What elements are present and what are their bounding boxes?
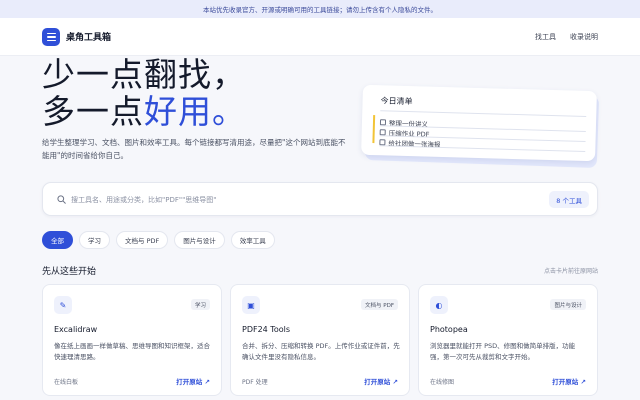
search-box: 8 个工具 (42, 182, 598, 216)
todo-divider (380, 110, 587, 117)
open-site-link[interactable]: 打开原站 ↗ (364, 376, 398, 386)
document-icon: ▣ (242, 296, 260, 314)
menu-logo-icon[interactable] (42, 28, 60, 46)
filter-productivity[interactable]: 效率工具 (230, 231, 275, 249)
pencil-icon: ✎ (54, 296, 72, 314)
tool-card-excalidraw[interactable]: ✎ 学习 Excalidraw 像在纸上画画一样做草稿、思维导图和知识框架，适合… (42, 284, 222, 396)
card-tag: 图片与设计 (550, 299, 586, 310)
filter-image-design[interactable]: 图片与设计 (174, 231, 225, 249)
todo-rule (379, 145, 586, 152)
card-tag: 文档与 PDF (361, 299, 398, 310)
top-nav: 找工具 收录说明 (535, 32, 598, 42)
card-tag: 学习 (190, 299, 210, 310)
open-site-link[interactable]: 打开原站 ↗ (176, 376, 210, 386)
hero-title-line2: 多一点好用。 (42, 93, 246, 130)
card-description: 像在纸上画画一样做草稿、思维导图和知识框架，适合快速理清思路。 (54, 342, 210, 361)
hero-title: 少一点翻找， 多一点好用。 (42, 56, 246, 130)
tool-card-photopea[interactable]: ◐ 图片与设计 Photopea 浏览器里就能打开 PSD、修图和做简单排版，功… (418, 284, 598, 396)
filter-study[interactable]: 学习 (79, 231, 110, 249)
hero-title-accent: 好用。 (144, 92, 246, 131)
hero-description: 给学生整理学习、文档、图片和效率工具。每个链接都写清用途，尽量把"这个网站到底能… (42, 138, 346, 160)
notice-banner: 本站优先收录官方、开源或明确可用的工具链接；请勿上传含有个人隐私的文件。 (0, 0, 640, 18)
hero-title-line2-prefix: 多一点 (42, 92, 144, 131)
category-filters: 全部 学习 文档与 PDF 图片与设计 效率工具 (42, 231, 275, 249)
card-category: 在线白板 (54, 379, 79, 386)
site-header: 桌角工具箱 找工具 收录说明 (0, 18, 640, 56)
filter-docs-pdf[interactable]: 文档与 PDF (116, 231, 169, 249)
card-description: 浏览器里就能打开 PSD、修图和做简单排版，功能强，第一次可先从裁剪和文字开始。 (430, 342, 576, 361)
search-icon (57, 195, 66, 204)
card-category: PDF 处理 (242, 379, 268, 386)
card-name: Photopea (430, 325, 468, 334)
section-hint: 点击卡片前往原网站 (543, 268, 598, 275)
section-title: 先从这些开始 (42, 267, 97, 277)
tool-count-badge: 8 个工具 (549, 191, 589, 208)
todo-title: 今日清单 (380, 96, 413, 107)
tool-card-pdf24[interactable]: ▣ 文档与 PDF PDF24 Tools 合并、拆分、压缩和转换 PDF。上传… (230, 284, 410, 396)
card-category: 在线修图 (430, 379, 455, 386)
todo-accent-bar (372, 115, 376, 144)
card-description: 合并、拆分、压缩和转换 PDF。上传作业或证件前，先确认文件里没有隐私信息。 (242, 342, 400, 361)
hero-title-line1: 少一点翻找， (42, 55, 246, 94)
search-input[interactable] (71, 191, 541, 209)
brand-name[interactable]: 桌角工具箱 (66, 30, 111, 43)
card-name: Excalidraw (54, 325, 98, 334)
open-site-link[interactable]: 打开原站 ↗ (552, 376, 586, 386)
todo-card: 今日清单 整理一份讲义 压缩作业 PDF 给社团做一张海报 (361, 84, 597, 162)
contrast-icon: ◐ (430, 296, 448, 314)
filter-all[interactable]: 全部 (42, 231, 73, 249)
card-name: PDF24 Tools (242, 325, 291, 334)
nav-submission-guide[interactable]: 收录说明 (570, 32, 598, 42)
nav-find-tools[interactable]: 找工具 (535, 32, 556, 42)
